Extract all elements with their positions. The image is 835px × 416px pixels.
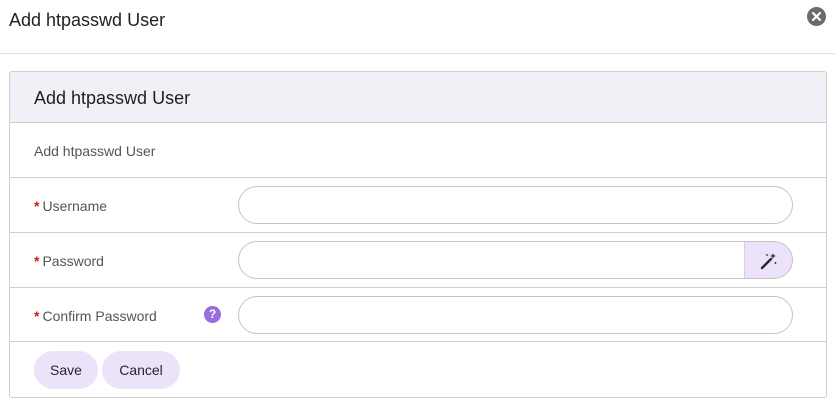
close-icon — [811, 11, 822, 22]
password-label-text: Password — [42, 253, 104, 269]
description-row: Add htpasswd User — [10, 123, 826, 178]
magic-wand-icon — [760, 253, 778, 270]
generate-password-button[interactable] — [744, 241, 793, 279]
password-label: * Password — [34, 253, 104, 269]
password-input[interactable] — [238, 241, 745, 279]
username-label: * Username — [34, 198, 107, 214]
dialog-header: Add htpasswd User — [0, 0, 835, 54]
required-marker: * — [34, 198, 40, 214]
form-actions: Save Cancel — [10, 342, 826, 397]
cancel-button[interactable]: Cancel — [102, 351, 180, 389]
username-row: * Username — [10, 178, 826, 233]
panel-description: Add htpasswd User — [34, 143, 156, 159]
confirm-password-label: * Confirm Password — [34, 308, 157, 324]
panel-title: Add htpasswd User — [34, 88, 191, 108]
save-button[interactable]: Save — [34, 351, 98, 389]
confirm-password-input[interactable] — [238, 296, 793, 334]
password-row: * Password — [10, 233, 826, 288]
confirm-password-row: * Confirm Password ? — [10, 288, 826, 342]
username-input[interactable] — [238, 186, 793, 224]
dialog-title: Add htpasswd User — [9, 10, 166, 30]
confirm-password-label-text: Confirm Password — [42, 308, 157, 324]
help-icon[interactable]: ? — [204, 306, 221, 323]
required-marker: * — [34, 253, 40, 269]
close-button[interactable] — [807, 7, 826, 26]
required-marker: * — [34, 308, 40, 324]
add-user-panel: Add htpasswd User Add htpasswd User * Use… — [9, 71, 827, 398]
panel-header: Add htpasswd User — [10, 72, 826, 123]
username-label-text: Username — [42, 198, 108, 214]
